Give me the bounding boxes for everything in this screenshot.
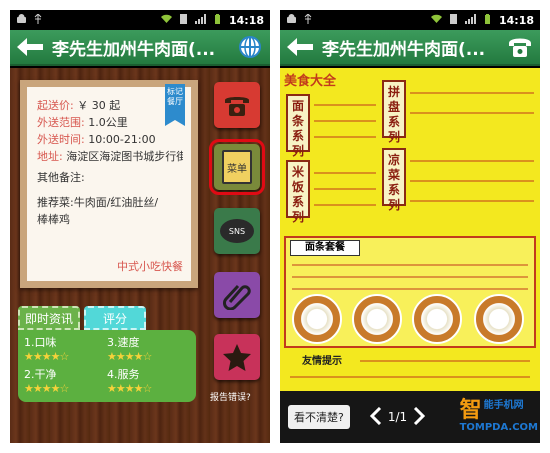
rating-label: 1.口味 <box>24 336 57 349</box>
title-bar: 李先生加州牛肉面(... <box>10 30 270 66</box>
data-icon <box>448 13 459 27</box>
wifi-icon <box>160 14 172 27</box>
notes-label: 其他备注: <box>37 171 85 184</box>
rating-taste: 1.口味 ★★★★☆ <box>24 334 107 366</box>
address-label: 地址: <box>37 150 63 163</box>
globe-icon[interactable] <box>236 33 264 61</box>
usb-icon <box>303 13 314 27</box>
restaurant-title: 李先生加州牛肉面(... <box>52 39 216 60</box>
menu-section-noodles: 面条系列 <box>286 94 310 158</box>
menu-section-set-meal: 面条套餐 <box>290 240 360 256</box>
page-indicator: 1/1 <box>387 410 408 424</box>
recommend-value: 牛肉面/红油肚丝/ <box>73 196 159 209</box>
dish-photo-a <box>292 294 342 344</box>
recommend-value-2: 棒棒鸡 <box>37 213 70 226</box>
attach-button[interactable] <box>214 272 260 318</box>
site-watermark: 智 能手机网 TOMPDA.COM <box>459 398 538 434</box>
menu-heading: 美食大全 <box>284 74 337 89</box>
restaurant-info-card: 标记餐厅 起送价: ￥ 30 起 外送范围: 1.0公里 外送时间: 10:00… <box>20 80 198 288</box>
menu-section-cold: 凉菜系列 <box>382 148 406 212</box>
range-value: 1.0公里 <box>88 116 128 129</box>
call-button[interactable] <box>214 82 260 128</box>
battery-icon <box>482 13 493 27</box>
info-tabs: 即时资讯 评分 <box>18 306 146 330</box>
star-rating: ★★★★☆ <box>24 350 69 363</box>
wood-background: 标记餐厅 起送价: ￥ 30 起 外送范围: 1.0公里 外送时间: 10:00… <box>10 68 270 443</box>
menu-image-screen: 14:18 李先生加州牛肉面(... 美食大全 面条系列 米饭系列 拼盘系列 凉… <box>280 10 540 443</box>
restaurant-title: 李先生加州牛肉面(... <box>322 39 486 60</box>
rating-label: 2.干净 <box>24 368 57 381</box>
set-meal-box: 面条套餐 <box>284 236 536 348</box>
category-label: 中式小吃快餐 <box>117 260 183 273</box>
prev-page-icon[interactable] <box>369 406 382 428</box>
star-rating: ★★★★☆ <box>107 350 152 363</box>
time-label: 外送时间: <box>37 133 85 146</box>
sns-button-label: SNS <box>228 226 246 236</box>
android-icon <box>16 13 27 27</box>
report-error-link[interactable]: 报告错误? <box>210 390 251 403</box>
tab-rating[interactable]: 评分 <box>84 306 146 330</box>
data-icon <box>178 13 189 27</box>
price-label: 起送价: <box>37 99 74 112</box>
star-icon <box>223 344 251 371</box>
battery-icon <box>212 13 223 27</box>
recommend-label: 推荐菜: <box>37 196 74 209</box>
tab-news[interactable]: 即时资讯 <box>18 306 80 330</box>
range-label: 外送范围: <box>37 116 85 129</box>
title-bar: 李先生加州牛肉面(... <box>280 30 540 66</box>
android-icon <box>286 13 297 27</box>
notebook-icon: 菜单 <box>222 150 252 184</box>
paperclip-icon <box>223 284 251 310</box>
signal-icon <box>464 13 476 27</box>
restaurant-info-screen: 14:18 李先生加州牛肉面(... 标记餐厅 起送价: ￥ 30 起 外送范围… <box>10 10 270 443</box>
address-value: 海淀区海淀图书城步行街 <box>66 150 183 163</box>
wifi-icon <box>430 14 442 27</box>
clock: 14:18 <box>228 13 264 27</box>
menu-button[interactable]: 菜单 <box>209 139 265 195</box>
dish-photo-b <box>352 294 402 344</box>
star-rating: ★★★★☆ <box>24 382 69 395</box>
unclear-button[interactable]: 看不清楚? <box>288 405 350 429</box>
speech-bubble-icon: SNS <box>220 219 254 243</box>
dish-photo-c <box>412 294 462 344</box>
favorite-button[interactable] <box>214 334 260 380</box>
menu-button-label: 菜单 <box>227 163 247 175</box>
star-rating: ★★★★☆ <box>107 382 152 395</box>
phone-icon <box>225 97 249 116</box>
price-value: ￥ 30 起 <box>77 99 121 112</box>
status-bar: 14:18 <box>10 10 270 30</box>
rating-speed: 3.速度 ★★★★☆ <box>107 334 190 366</box>
menu-image[interactable]: 美食大全 面条系列 米饭系列 拼盘系列 凉菜系列 面条套餐 友情提示 <box>280 68 540 392</box>
next-page-icon[interactable] <box>413 406 426 428</box>
usb-icon <box>33 13 44 27</box>
dish-photo-d <box>474 294 524 344</box>
clock: 14:18 <box>498 13 534 27</box>
rating-cleanliness: 2.干净 ★★★★☆ <box>24 366 107 398</box>
pager: 1/1 <box>369 406 426 428</box>
notice-heading: 友情提示 <box>302 356 342 367</box>
status-bar: 14:18 <box>280 10 540 30</box>
watermark-logo: 智 <box>459 398 482 423</box>
rating-label: 3.速度 <box>107 336 140 349</box>
sns-button[interactable]: SNS <box>214 208 260 254</box>
back-arrow-icon[interactable] <box>286 33 314 61</box>
rating-panel: 1.口味 ★★★★☆ 3.速度 ★★★★☆ 2.干净 ★★★★☆ 4.服务 ★★★★☆ <box>18 330 196 402</box>
signal-icon <box>194 13 206 27</box>
rating-service: 4.服务 ★★★★☆ <box>107 366 190 398</box>
bookmark-tag[interactable]: 标记餐厅 <box>165 84 185 126</box>
telephone-icon[interactable] <box>506 33 534 61</box>
rating-label: 4.服务 <box>107 368 140 381</box>
menu-section-rice: 米饭系列 <box>286 160 310 224</box>
menu-section-platter: 拼盘系列 <box>382 80 406 144</box>
bottom-bar: 看不清楚? 1/1 智 能手机网 TOMPDA.COM <box>280 391 540 443</box>
back-arrow-icon[interactable] <box>16 33 44 61</box>
time-value: 10:00-21:00 <box>88 133 156 146</box>
